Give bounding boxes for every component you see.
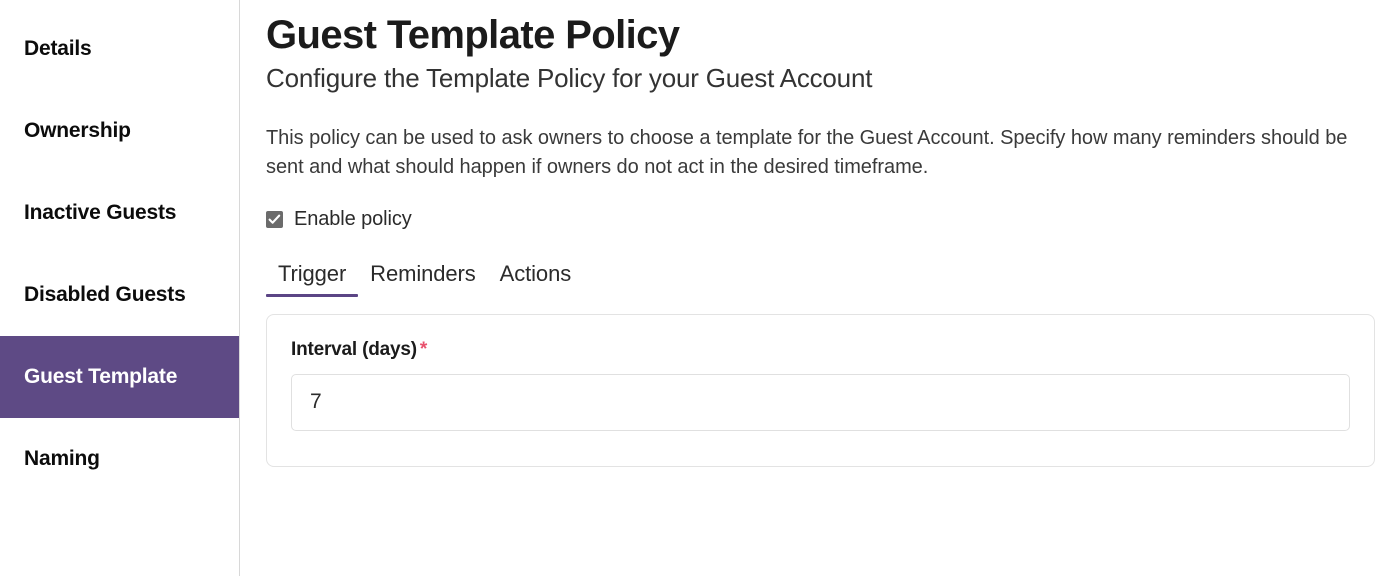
page-title: Guest Template Policy [266, 13, 680, 57]
sidebar-item-label: Details [24, 37, 92, 60]
tab-trigger[interactable]: Trigger [266, 260, 359, 297]
tab-label: Reminders [370, 260, 476, 286]
main-content: Guest Template Policy Configure the Temp… [240, 0, 1400, 576]
sidebar-item-label: Inactive Guests [24, 201, 177, 224]
sidebar: Details Ownership Inactive Guests Disabl… [0, 0, 240, 576]
sidebar-item-label: Naming [24, 447, 100, 470]
sidebar-item-ownership[interactable]: Ownership [0, 90, 239, 172]
sidebar-item-guest-template[interactable]: Guest Template [0, 336, 239, 418]
interval-label-text: Interval (days) [291, 338, 417, 360]
enable-policy-checkbox[interactable]: Enable policy [266, 208, 412, 231]
page-subtitle: Configure the Template Policy for your G… [266, 63, 873, 93]
sidebar-item-label: Guest Template [24, 365, 178, 388]
tab-bar: Trigger Reminders Actions [266, 253, 1376, 297]
interval-field-label: Interval (days) * [291, 339, 1350, 361]
interval-days-input[interactable] [291, 373, 1350, 431]
required-marker: * [419, 338, 428, 360]
sidebar-item-label: Ownership [24, 119, 131, 142]
tab-actions[interactable]: Actions [488, 261, 583, 297]
enable-policy-label: Enable policy [294, 207, 412, 230]
tab-label: Trigger [278, 260, 347, 286]
sidebar-item-disabled-guests[interactable]: Disabled Guests [0, 254, 239, 336]
sidebar-item-inactive-guests[interactable]: Inactive Guests [0, 172, 239, 254]
tab-reminders[interactable]: Reminders [358, 261, 487, 297]
sidebar-item-naming[interactable]: Naming [0, 418, 239, 500]
checkbox-icon[interactable] [266, 210, 283, 228]
sidebar-item-details[interactable]: Details [0, 8, 239, 90]
sidebar-item-label: Disabled Guests [24, 283, 186, 306]
tab-label: Actions [499, 260, 572, 286]
policy-description: This policy can be used to ask owners to… [266, 126, 1348, 178]
trigger-panel-card: Interval (days) * [266, 313, 1375, 467]
app-root: Details Ownership Inactive Guests Disabl… [0, 0, 1400, 576]
